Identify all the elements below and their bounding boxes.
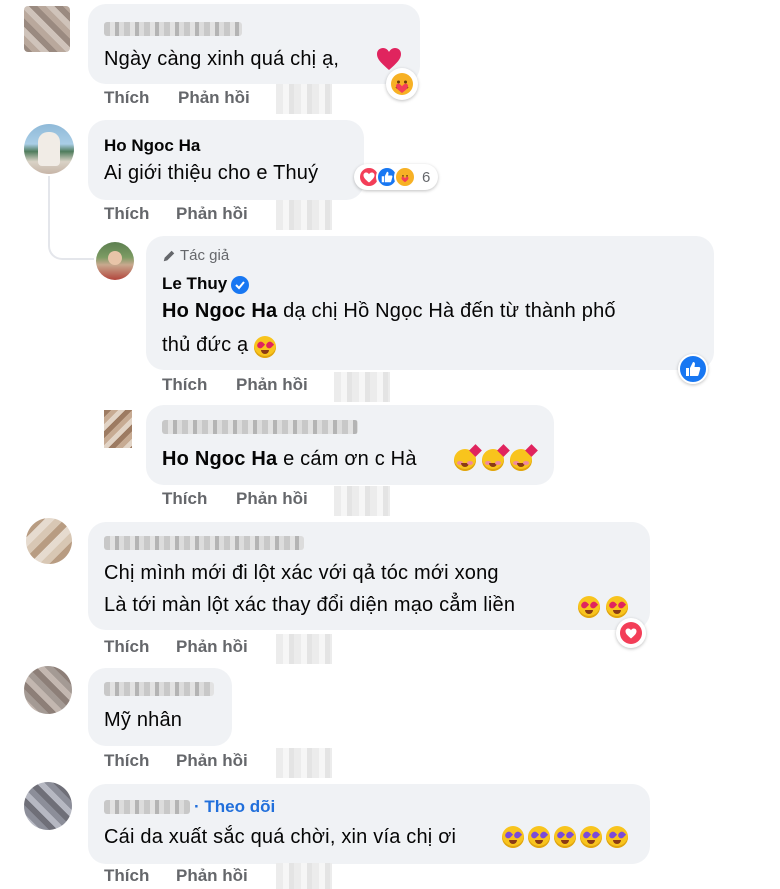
reaction-count: 6 — [422, 168, 431, 186]
comment-text-line1: dạ chị Hồ Ngọc Hà đến từ thành phố — [277, 300, 616, 322]
star-struck-emoji — [528, 826, 550, 848]
star-struck-emoji — [606, 826, 628, 848]
commenter-name-blurred[interactable] — [104, 800, 190, 814]
avatar[interactable] — [96, 242, 134, 280]
comment-text-line2: Là tới màn lột xác thay đổi diện mạo cẳm… — [104, 594, 516, 616]
commenter-name-blurred[interactable] — [104, 22, 242, 36]
commenter-name-blurred[interactable] — [162, 420, 358, 434]
care-icon[interactable] — [386, 68, 418, 100]
mention-link[interactable]: Ho Ngoc Ha — [162, 300, 277, 322]
like-button[interactable]: Thích — [104, 88, 149, 108]
comment-text: Ai giới thiệu cho e Thuý — [104, 162, 319, 184]
star-struck-emoji — [580, 826, 602, 848]
thread-connector — [48, 176, 94, 260]
like-button[interactable]: Thích — [162, 489, 207, 509]
comment-bubble — [88, 784, 650, 864]
follow-link[interactable]: · Theo dõi — [194, 797, 275, 817]
verified-icon — [231, 275, 250, 294]
reply-button[interactable]: Phản hồi — [176, 866, 248, 886]
comment-text-line2-text: thủ đức ạ — [162, 334, 249, 356]
comment-text-body: e cám ơn c Hà — [277, 448, 417, 470]
avatar[interactable] — [26, 518, 72, 564]
timestamp-blurred — [276, 84, 332, 114]
comment-text: Mỹ nhân — [104, 709, 183, 731]
star-struck-emoji — [502, 826, 524, 848]
author-label: Tác giả — [162, 247, 229, 264]
comment-text: Ngày càng xinh quá chị ạ, — [104, 48, 340, 70]
commenter-name[interactable]: Le Thuy — [162, 274, 250, 294]
author-label-text: Tác giả — [180, 247, 230, 264]
mention-link[interactable]: Ho Ngoc Ha — [162, 448, 277, 470]
reply-button[interactable]: Phản hồi — [236, 489, 308, 509]
like-button[interactable]: Thích — [104, 637, 149, 657]
like-button[interactable]: Thích — [162, 375, 207, 395]
comment-bubble — [88, 668, 232, 746]
comment-bubble — [88, 120, 364, 200]
timestamp-blurred — [334, 372, 390, 402]
commenter-name[interactable]: Ho Ngoc Ha — [104, 136, 200, 156]
comment-text-line1: Chị mình mới đi lột xác với qả tóc mới x… — [104, 562, 499, 584]
like-button[interactable]: Thích — [104, 751, 149, 771]
timestamp-blurred — [334, 486, 390, 516]
like-button[interactable]: Thích — [104, 204, 149, 224]
heart-eyes-emoji — [578, 596, 600, 618]
care-icon — [394, 166, 416, 188]
timestamp-blurred — [276, 863, 332, 889]
heart-icon[interactable] — [616, 618, 646, 648]
comment-text: Cái da xuất sắc quá chời, xin vía chị ơi — [104, 826, 457, 848]
comment-text: Ho Ngoc Ha dạ chị Hồ Ngọc Hà đến từ thàn… — [162, 300, 616, 323]
heart-eyes-emoji — [606, 596, 628, 618]
reply-button[interactable]: Phản hồi — [176, 751, 248, 771]
commenter-name-blurred[interactable] — [104, 682, 214, 696]
avatar[interactable] — [24, 124, 74, 174]
avatar[interactable] — [104, 410, 132, 448]
reply-button[interactable]: Phản hồi — [176, 637, 248, 657]
like-button[interactable]: Thích — [104, 866, 149, 886]
avatar[interactable] — [24, 782, 72, 830]
timestamp-blurred — [276, 200, 332, 230]
smiling-hearts-emoji — [482, 444, 510, 471]
like-icon[interactable] — [678, 354, 708, 384]
timestamp-blurred — [276, 748, 332, 778]
timestamp-blurred — [276, 634, 332, 664]
heart-eyes-emoji — [254, 336, 276, 358]
commenter-name-text: Le Thuy — [162, 274, 228, 293]
comment-text-line2: thủ đức ạ — [162, 334, 248, 357]
commenter-name-blurred[interactable] — [104, 536, 304, 550]
avatar[interactable] — [24, 6, 70, 52]
smiling-hearts-emoji — [510, 444, 538, 471]
reaction-summary[interactable]: 6 — [354, 164, 439, 190]
pencil-icon — [163, 250, 175, 261]
comment-bubble — [88, 4, 420, 84]
reply-button[interactable]: Phản hồi — [176, 204, 248, 224]
reply-button[interactable]: Phản hồi — [236, 375, 308, 395]
comment-bubble — [146, 405, 554, 485]
comment-text: Ho Ngoc Ha e cám ơn c Hà — [162, 448, 417, 471]
star-struck-emoji — [554, 826, 576, 848]
smiling-hearts-emoji — [454, 444, 482, 471]
reply-button[interactable]: Phản hồi — [178, 88, 250, 108]
avatar[interactable] — [24, 666, 72, 714]
